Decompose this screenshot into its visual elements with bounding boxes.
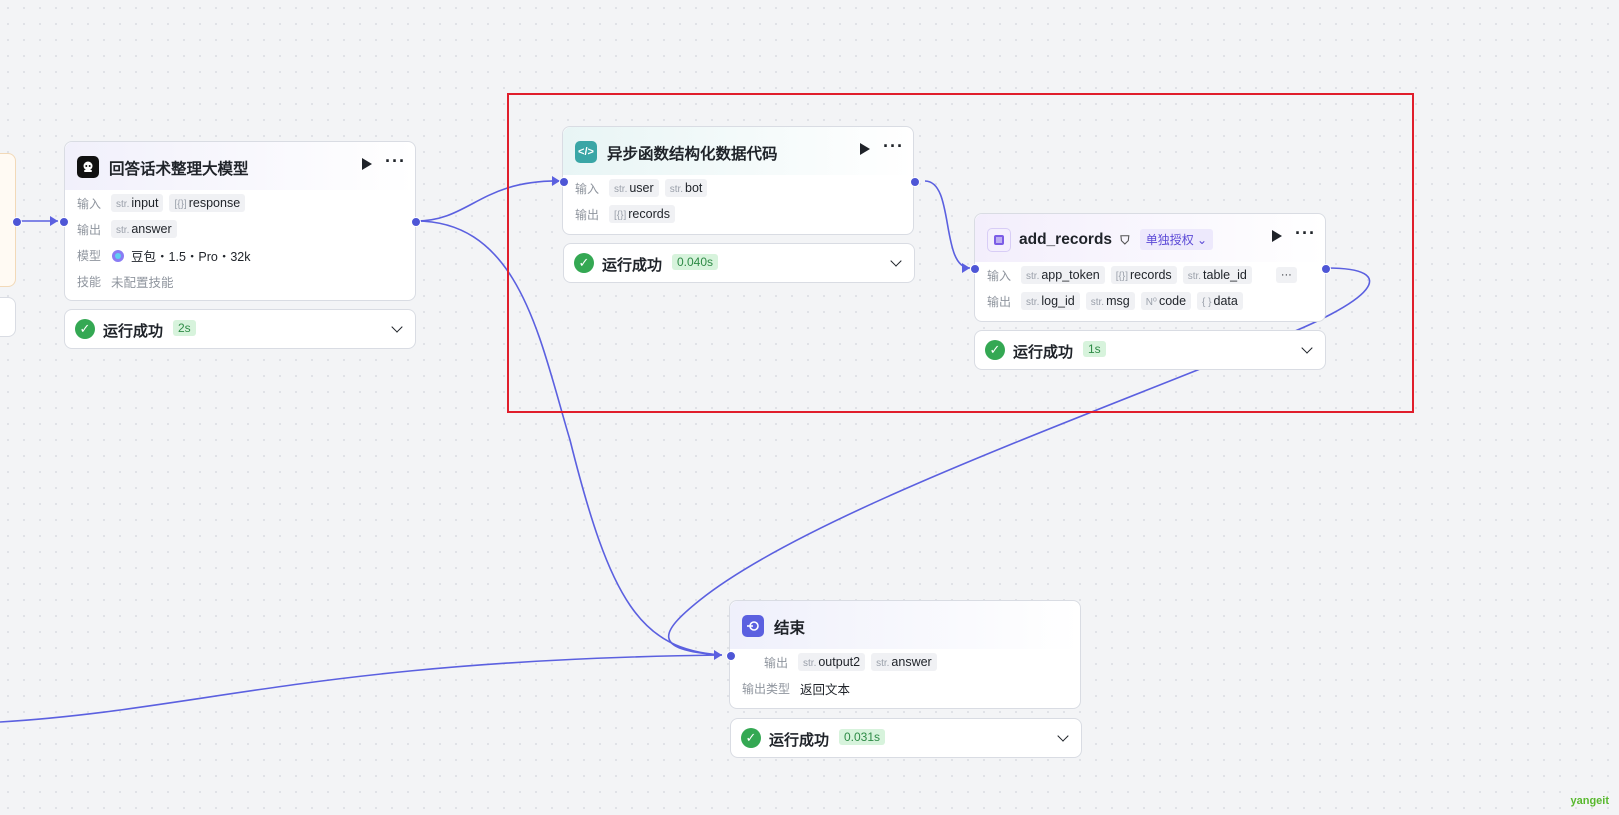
output-param: str. answer	[111, 220, 177, 238]
input-label: 输入	[77, 196, 102, 211]
model-label: 模型	[77, 249, 102, 263]
duration-badge: 0.031s	[839, 729, 886, 745]
port-llm-out[interactable]	[411, 217, 421, 227]
edge-arrow-llm	[50, 216, 58, 226]
highlight-annotation-box	[507, 93, 1414, 413]
chevron-down-icon[interactable]	[391, 321, 403, 333]
end-output-type-row: 输出类型 返回文本	[742, 679, 850, 698]
model-value: 豆包・1.5・Pro・32k	[131, 250, 251, 264]
partial-previous-status[interactable]	[0, 297, 16, 337]
port-llm-in[interactable]	[59, 217, 69, 227]
chevron-down-icon[interactable]	[1057, 730, 1069, 742]
success-check-icon: ✓	[75, 319, 95, 339]
output-type-label: 输出类型	[742, 682, 791, 696]
success-check-icon: ✓	[741, 728, 761, 748]
status-text: 运行成功	[769, 732, 830, 749]
watermark: yangeit	[1570, 795, 1609, 807]
llm-model-row: 模型 豆包・1.5・Pro・32k	[77, 246, 251, 265]
skill-value: 未配置技能	[111, 276, 174, 290]
robot-icon	[77, 156, 99, 178]
llm-output-row: 输出 str. answer	[77, 220, 177, 238]
llm-input-row: 输入 str. input [{}] response	[77, 194, 246, 212]
llm-status-bar[interactable]: ✓ 运行成功 2s	[64, 309, 416, 349]
input-param: str. input	[111, 194, 164, 212]
llm-node[interactable]: 回答话术整理大模型 ··· 输入 str. input [{}] response …	[64, 141, 416, 301]
output-label: 输出	[764, 655, 789, 670]
port-end-in[interactable]	[726, 651, 736, 661]
output-type-value: 返回文本	[800, 683, 851, 697]
skill-label: 技能	[77, 275, 102, 289]
llm-node-title: 回答话术整理大模型	[109, 161, 249, 178]
input-param: [{}] response	[169, 194, 246, 212]
end-status-bar[interactable]: ✓ 运行成功 0.031s	[730, 718, 1082, 758]
output-param: str. output2	[798, 653, 866, 671]
duration-badge: 2s	[173, 320, 196, 336]
end-output-row: 输出 str. output2 str. answer	[764, 653, 937, 671]
edge-arrow-end	[714, 650, 722, 660]
end-node-title: 结束	[774, 620, 806, 637]
run-node-play-icon[interactable]	[362, 158, 372, 170]
more-options-icon[interactable]: ···	[385, 151, 406, 172]
doubao-logo-icon	[112, 249, 125, 262]
status-text: 运行成功	[103, 323, 164, 340]
end-exit-icon	[742, 615, 764, 637]
llm-skill-row: 技能 未配置技能	[77, 272, 174, 291]
port-previous-out[interactable]	[12, 217, 22, 227]
end-node[interactable]: 结束 输出 str. output2 str. answer 输出类型 返回文本	[729, 600, 1081, 709]
edge-start-to-end	[0, 654, 723, 723]
output-label: 输出	[77, 222, 102, 237]
output-param: str. answer	[871, 653, 937, 671]
